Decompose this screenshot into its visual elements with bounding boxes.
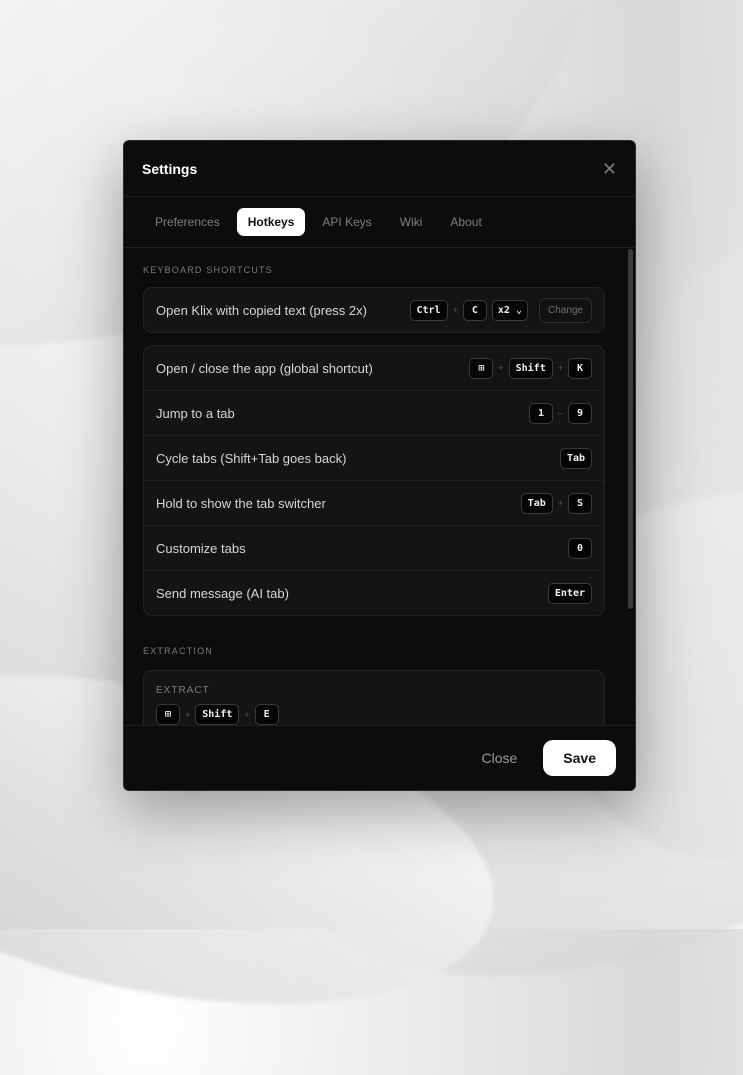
close-icon[interactable]: ✕ <box>602 160 617 178</box>
shortcut-label: Cycle tabs (Shift+Tab goes back) <box>156 450 347 466</box>
tab-wiki[interactable]: Wiki <box>389 208 434 236</box>
plus-separator: + <box>557 363 563 373</box>
change-button[interactable]: Change <box>538 297 592 323</box>
dialog-title: Settings <box>142 160 198 177</box>
shortcut-label: Customize tabs <box>156 540 246 556</box>
shortcut-row: Send message (AI tab) Enter <box>144 571 604 615</box>
save-button[interactable]: Save <box>543 740 616 776</box>
scrollbar[interactable] <box>628 249 633 609</box>
key: Shift <box>195 704 240 725</box>
repeat-select-value: x2 <box>497 304 510 316</box>
plus-separator: + <box>244 709 250 720</box>
shortcut-label: Hold to show the tab switcher <box>156 495 326 511</box>
extract-card: EXTRACT ⊞ + Shift + E <box>143 670 605 725</box>
shortcut-keys: 0 <box>568 537 592 559</box>
shortcut-keys: ⊞ + Shift + K <box>469 357 592 379</box>
tab-api-keys[interactable]: API Keys <box>311 208 382 236</box>
shortcut-row: Cycle tabs (Shift+Tab goes back) Tab <box>144 436 604 481</box>
shortcut-row: Customize tabs 0 <box>144 526 604 571</box>
shortcut-keys: Enter <box>547 582 592 604</box>
shortcut-label: Open Klix with copied text (press 2x) <box>156 302 367 318</box>
hotkeys-panel: KEYBOARD SHORTCUTS Open Klix with copied… <box>124 247 635 725</box>
key: S <box>568 492 592 514</box>
extract-label: EXTRACT <box>156 685 210 696</box>
plus-separator: + <box>452 305 458 315</box>
shortcut-label: Send message (AI tab) <box>156 585 289 601</box>
range-separator: – <box>557 408 563 418</box>
windows-key-icon: ⊞ <box>156 704 180 725</box>
key: C <box>462 299 487 321</box>
shortcut-row: Open / close the app (global shortcut) ⊞… <box>144 346 604 391</box>
key: Tab <box>559 447 592 469</box>
key: Tab <box>520 492 553 514</box>
shortcut-keys: 1 – 9 <box>528 402 592 424</box>
chevron-down-icon: ⌄ <box>515 304 522 316</box>
close-button[interactable]: Close <box>476 742 524 774</box>
shortcut-row: Hold to show the tab switcher Tab + S <box>144 481 604 526</box>
shortcut-keys: Tab <box>559 447 592 469</box>
shortcuts-card: Open / close the app (global shortcut) ⊞… <box>143 345 605 616</box>
extract-keys: ⊞ + Shift + E <box>156 704 592 725</box>
windows-key-icon: ⊞ <box>469 357 494 379</box>
shortcut-keys: Tab + S <box>520 492 592 514</box>
key: Enter <box>547 582 592 604</box>
shortcut-label: Jump to a tab <box>156 405 235 421</box>
settings-dialog: Settings ✕ Preferences Hotkeys API Keys … <box>123 140 636 791</box>
plus-separator: + <box>498 363 504 373</box>
dialog-footer: Close Save <box>124 725 635 790</box>
shortcut-keys: Ctrl + C x2 ⌄ Change <box>409 297 592 323</box>
tab-bar: Preferences Hotkeys API Keys Wiki About <box>124 197 635 248</box>
key: 1 <box>528 402 553 424</box>
shortcut-row: Open Klix with copied text (press 2x) Ct… <box>144 288 604 332</box>
plus-separator: + <box>557 498 563 508</box>
tab-preferences[interactable]: Preferences <box>144 208 231 236</box>
shortcut-row: Jump to a tab 1 – 9 <box>144 391 604 436</box>
key: E <box>254 704 279 725</box>
key: 0 <box>568 537 592 559</box>
tab-hotkeys[interactable]: Hotkeys <box>236 208 306 236</box>
primary-shortcut-card: Open Klix with copied text (press 2x) Ct… <box>143 287 605 333</box>
key: Shift <box>508 357 553 379</box>
section-extraction: EXTRACTION <box>143 646 214 656</box>
shortcut-label: Open / close the app (global shortcut) <box>156 360 373 376</box>
section-keyboard-shortcuts: KEYBOARD SHORTCUTS <box>143 265 273 275</box>
repeat-select[interactable]: x2 ⌄ <box>491 299 528 321</box>
key: 9 <box>568 402 592 424</box>
key: Ctrl <box>409 299 448 321</box>
key: K <box>568 357 592 379</box>
tab-about[interactable]: About <box>439 208 492 236</box>
dialog-header: Settings ✕ <box>124 141 635 197</box>
plus-separator: + <box>185 709 191 720</box>
